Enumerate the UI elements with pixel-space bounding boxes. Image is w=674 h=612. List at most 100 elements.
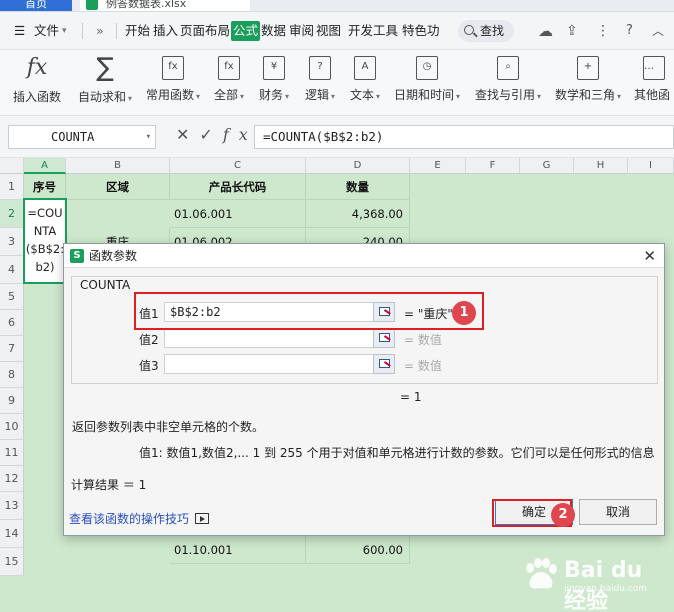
range-select-button-2[interactable]: [373, 328, 395, 348]
row-header-15[interactable]: 15: [0, 548, 24, 576]
annotation-badge-2: 2: [551, 503, 575, 527]
column-header-g[interactable]: G: [520, 158, 574, 174]
cancel-icon[interactable]: ✕: [176, 125, 199, 144]
window-tab-strip: 首页 例答数据表.xlsx: [0, 0, 674, 12]
other-functions-button[interactable]: … 其他函: [634, 54, 674, 103]
math-button[interactable]: + 数学和三角 ▾: [552, 54, 624, 103]
chevron-down-icon[interactable]: ▾: [62, 12, 67, 50]
arg-label-2: 值2: [139, 333, 159, 347]
column-header-b[interactable]: B: [66, 158, 170, 174]
tab-page-layout[interactable]: 页面布局: [180, 12, 230, 50]
collapse-ribbon-icon[interactable]: ︿: [652, 12, 664, 50]
menu-file[interactable]: 文件: [34, 12, 59, 50]
text-label: 文本: [349, 88, 374, 102]
close-icon[interactable]: ✕: [643, 244, 656, 268]
row-header-1[interactable]: 1: [0, 174, 24, 200]
date-time-label: 日期和时间: [393, 88, 454, 102]
tab-data[interactable]: 数据: [261, 12, 286, 50]
column-header-f[interactable]: F: [466, 158, 520, 174]
sigma-icon: ∑: [96, 53, 114, 83]
cell-d14[interactable]: 600.00: [306, 536, 410, 564]
help-icon[interactable]: ?: [626, 12, 633, 50]
arg-result-2: = 数值: [404, 333, 442, 347]
column-header-c[interactable]: C: [170, 158, 306, 174]
cell-c14[interactable]: 01.10.001: [170, 536, 306, 564]
column-header-d[interactable]: D: [306, 158, 410, 174]
formula-input[interactable]: =COUNTA($B$2:b2): [254, 125, 674, 149]
range-select-icon: [379, 359, 390, 368]
calculation-result: 计算结果 ＝ 1: [71, 478, 147, 492]
cancel-button[interactable]: 取消: [579, 499, 657, 525]
other-functions-label: 其他函: [634, 88, 671, 102]
dialog-title-bar[interactable]: S 函数参数 ✕: [64, 244, 664, 268]
dialog-title: 函数参数: [89, 249, 138, 263]
logic-button[interactable]: ? 逻辑 ▾: [302, 54, 338, 103]
hamburger-icon[interactable]: ☰: [14, 12, 25, 50]
column-header-e[interactable]: E: [410, 158, 466, 174]
lookup-label: 查找与引用: [474, 88, 535, 102]
row-header-2[interactable]: 2: [0, 200, 24, 228]
tab-features[interactable]: 特色功: [402, 12, 452, 50]
row-header-10[interactable]: 10: [0, 414, 24, 440]
tab-home[interactable]: 开始: [125, 12, 150, 50]
name-box[interactable]: COUNTA ▾: [8, 125, 156, 149]
arg-input-3[interactable]: [164, 354, 374, 374]
tab-review[interactable]: 审阅: [289, 12, 314, 50]
date-time-button[interactable]: ◷ 日期和时间 ▾: [391, 54, 463, 103]
tab-developer[interactable]: 开发工具: [348, 12, 398, 50]
cell-c1[interactable]: 产品长代码: [170, 174, 306, 200]
other-func-icon: …: [643, 56, 665, 80]
column-header-h[interactable]: H: [574, 158, 628, 174]
all-functions-label: 全部: [213, 88, 238, 102]
annotation-box-1: [134, 292, 484, 330]
home-tab[interactable]: 首页: [0, 0, 72, 11]
video-icon: [195, 513, 210, 524]
tab-view[interactable]: 视图: [316, 12, 341, 50]
logic-icon: ?: [309, 56, 331, 80]
row-header-8[interactable]: 8: [0, 362, 24, 388]
row-header-7[interactable]: 7: [0, 336, 24, 362]
range-select-button-3[interactable]: [373, 354, 395, 374]
insert-function-icon[interactable]: fx: [223, 125, 258, 144]
app-logo-icon: S: [70, 249, 84, 263]
row-header-3[interactable]: 3: [0, 228, 24, 256]
all-functions-button[interactable]: fx 全部 ▾: [211, 54, 247, 103]
chevron-down-icon[interactable]: ▾: [146, 126, 151, 148]
autosum-button[interactable]: ∑ 自动求和 ▾: [74, 54, 136, 105]
row-header-13[interactable]: 13: [0, 492, 24, 520]
cell-b1[interactable]: 区域: [66, 174, 170, 200]
cloud-icon[interactable]: ☁: [538, 12, 553, 50]
share-icon[interactable]: ⇪: [566, 12, 578, 50]
cell-d1[interactable]: 数量: [306, 174, 410, 200]
arg-input-2[interactable]: [164, 328, 374, 348]
text-button[interactable]: A 文本 ▾: [347, 54, 383, 103]
row-header-11[interactable]: 11: [0, 440, 24, 466]
column-header-i[interactable]: I: [628, 158, 674, 174]
name-box-value: COUNTA: [51, 130, 95, 144]
tab-insert[interactable]: 插入: [153, 12, 178, 50]
function-arguments-dialog: S 函数参数 ✕ COUNTA 值1 $B$2:b2 = "重庆" 值2 = 数…: [63, 243, 665, 536]
row-header-4[interactable]: 4: [0, 256, 24, 284]
confirm-icon[interactable]: ✓: [199, 125, 222, 144]
column-header-a[interactable]: A: [24, 158, 66, 174]
row-header-6[interactable]: 6: [0, 310, 24, 336]
insert-function-button[interactable]: fx 插入函数: [10, 54, 64, 105]
more-icon[interactable]: ⋮: [596, 12, 610, 50]
finance-button[interactable]: ¥ 财务 ▾: [256, 54, 292, 103]
file-tab[interactable]: 例答数据表.xlsx: [80, 0, 250, 11]
active-cell-a2[interactable]: =COUNTA($B$2:b2): [23, 198, 67, 284]
cell-c2[interactable]: 01.06.001: [170, 200, 306, 228]
more-tabs-icon[interactable]: »: [96, 12, 104, 50]
select-all-corner[interactable]: [0, 158, 24, 174]
search-box[interactable]: 查找: [458, 20, 514, 42]
row-header-12[interactable]: 12: [0, 466, 24, 492]
row-header-14[interactable]: 14: [0, 520, 24, 548]
common-functions-button[interactable]: fx 常用函数 ▾: [143, 54, 203, 103]
tab-formula[interactable]: 公式: [231, 21, 261, 41]
cell-d2[interactable]: 4,368.00: [306, 200, 410, 228]
row-header-9[interactable]: 9: [0, 388, 24, 414]
lookup-button[interactable]: ⌕ 查找与引用 ▾: [472, 54, 544, 103]
function-help-link[interactable]: 查看该函数的操作技巧: [69, 510, 210, 527]
row-header-5[interactable]: 5: [0, 284, 24, 310]
cell-a1[interactable]: 序号: [24, 174, 66, 200]
